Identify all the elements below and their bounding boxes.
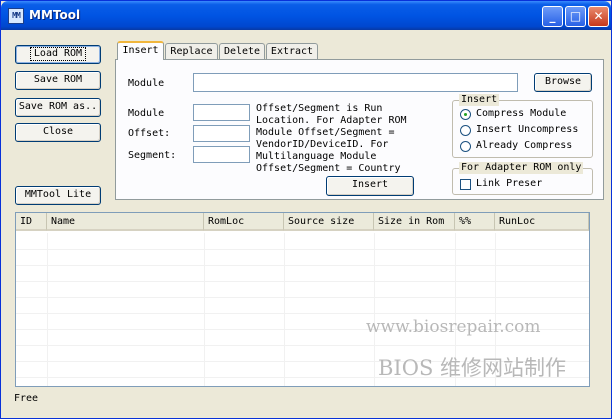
grid-line bbox=[284, 233, 285, 386]
help-text-line: Location. For Adapter ROM bbox=[256, 115, 407, 126]
insert-uncompress-radio[interactable] bbox=[460, 125, 471, 136]
close-button[interactable]: Close bbox=[15, 123, 101, 142]
segment-label: Segment: bbox=[128, 150, 177, 161]
rom-module-list[interactable]: ID Name RomLoc Source size Size in Rom %… bbox=[15, 212, 590, 387]
help-text-line: Offset/Segment = Country bbox=[256, 163, 401, 174]
close-window-button[interactable]: ✕ bbox=[588, 6, 609, 27]
offset-input[interactable] bbox=[193, 125, 250, 142]
link-preser-label[interactable]: Link Preser bbox=[476, 178, 542, 190]
compress-module-radio[interactable] bbox=[460, 109, 471, 120]
insert-options-legend: Insert bbox=[459, 94, 500, 106]
mmtool-lite-button[interactable]: MMTool Lite bbox=[15, 186, 101, 205]
insert-uncompress-label[interactable]: Insert Uncompress bbox=[476, 124, 578, 136]
grid-line bbox=[374, 233, 375, 386]
column-header-name[interactable]: Name bbox=[47, 213, 204, 231]
grid-line bbox=[16, 313, 589, 314]
insert-button[interactable]: Insert bbox=[326, 176, 414, 196]
maximize-button[interactable]: □ bbox=[565, 6, 586, 27]
already-compress-radio[interactable] bbox=[460, 141, 471, 152]
grid-line bbox=[16, 297, 589, 298]
help-text-line: Offset/Segment is Run bbox=[256, 103, 383, 114]
column-header-size-in-rom[interactable]: Size in Rom bbox=[374, 213, 455, 231]
grid-line bbox=[16, 249, 589, 250]
help-text-line: Multilanguage Module bbox=[256, 151, 377, 162]
segment-input[interactable] bbox=[193, 146, 250, 163]
grid-line bbox=[16, 345, 589, 346]
help-text-line: Module Offset/Segment = bbox=[256, 127, 395, 138]
load-rom-button[interactable]: Load ROM bbox=[15, 45, 101, 64]
mmtool-window: MM MMTool _ □ ✕ Load ROM Save ROM Save R… bbox=[0, 0, 612, 419]
compress-module-label[interactable]: Compress Module bbox=[476, 108, 566, 120]
minimize-icon: _ bbox=[549, 9, 556, 23]
free-space-label: Free bbox=[14, 393, 39, 404]
insert-tab-panel: Module Browse Module Offset: Segment: Of… bbox=[115, 59, 604, 200]
save-rom-button[interactable]: Save ROM bbox=[15, 71, 101, 90]
column-header-id[interactable]: ID bbox=[16, 213, 47, 231]
grid-line bbox=[204, 233, 205, 386]
browse-button[interactable]: Browse bbox=[534, 73, 592, 92]
close-icon: ✕ bbox=[593, 9, 604, 23]
already-compress-label[interactable]: Already Compress bbox=[476, 140, 572, 152]
status-bar: Free bbox=[5, 392, 605, 414]
tab-delete[interactable]: Delete bbox=[219, 43, 265, 60]
app-icon[interactable]: MM bbox=[8, 8, 24, 24]
module-id-label: Module bbox=[128, 108, 165, 119]
help-text-line: VendorID/DeviceID. For bbox=[256, 139, 389, 150]
grid-line bbox=[16, 281, 589, 282]
module-file-label: Module bbox=[128, 78, 165, 89]
save-rom-as-button[interactable]: Save ROM as.. bbox=[15, 98, 101, 117]
tab-replace[interactable]: Replace bbox=[165, 43, 218, 60]
insert-options-group: Insert Compress Module Insert Uncompress… bbox=[452, 94, 593, 158]
adapter-rom-group: For Adapter ROM only Link Preser bbox=[452, 162, 593, 195]
module-file-input[interactable] bbox=[193, 73, 518, 92]
adapter-rom-legend: For Adapter ROM only bbox=[459, 162, 584, 174]
column-header-runloc[interactable]: RunLoc bbox=[495, 213, 589, 231]
tab-extract[interactable]: Extract bbox=[266, 43, 318, 60]
minimize-button[interactable]: _ bbox=[542, 6, 563, 27]
maximize-icon: □ bbox=[569, 9, 582, 23]
watermark-url: www.biosrepair.com bbox=[366, 317, 541, 337]
grid-line bbox=[16, 265, 589, 266]
column-header-source-size[interactable]: Source size bbox=[284, 213, 374, 231]
module-id-input[interactable] bbox=[193, 104, 250, 121]
title-bar[interactable]: MM MMTool _ □ ✕ bbox=[1, 1, 611, 30]
grid-line bbox=[47, 233, 48, 386]
column-header-percent[interactable]: %% bbox=[455, 213, 495, 231]
window-title: MMTool bbox=[29, 8, 81, 22]
offset-label: Offset: bbox=[128, 128, 171, 139]
watermark-caption: BIOS 维修网站制作 bbox=[378, 356, 567, 380]
link-preser-checkbox[interactable] bbox=[460, 179, 471, 190]
tab-insert[interactable]: Insert bbox=[117, 41, 164, 60]
load-rom-label: Load ROM bbox=[29, 47, 87, 61]
column-header-romloc[interactable]: RomLoc bbox=[204, 213, 284, 231]
